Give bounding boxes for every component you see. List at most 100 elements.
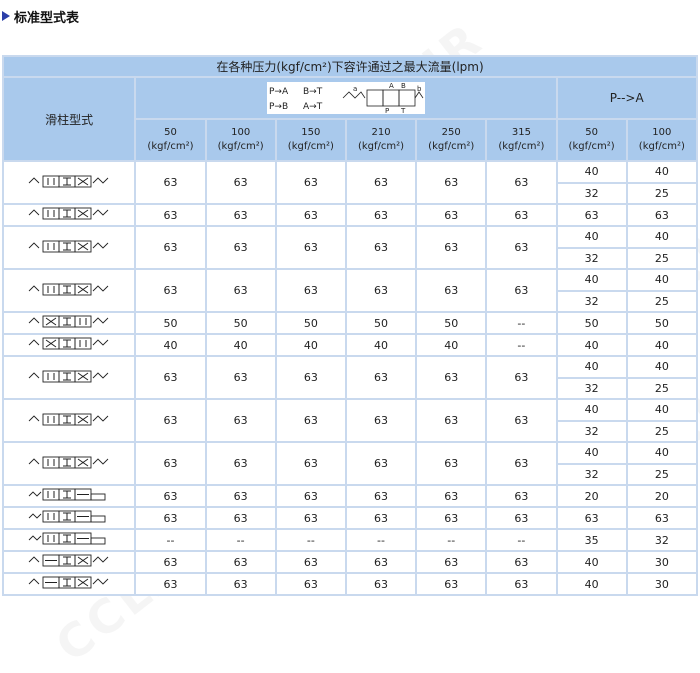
flow-value-cell: 63 bbox=[417, 227, 486, 268]
pa-flow-value-cell: 50 bbox=[557, 313, 626, 333]
flow-value-cell: 63 bbox=[206, 443, 275, 484]
pa-flow-value-cell: 40 bbox=[557, 162, 626, 182]
flow-value-cell: 63 bbox=[136, 574, 205, 594]
flow-value-cell: 63 bbox=[206, 205, 275, 225]
flow-value-cell: -- bbox=[487, 530, 556, 550]
flow-value-cell: 40 bbox=[206, 335, 275, 355]
flow-value-cell: 63 bbox=[346, 552, 416, 572]
flow-value-cell: 63 bbox=[417, 486, 486, 506]
flow-value-cell: 63 bbox=[417, 162, 486, 203]
table-row: 63 63 63 63 63 63 40 40 bbox=[4, 400, 696, 441]
svg-text:a: a bbox=[353, 85, 357, 93]
flow-value-cell: 63 bbox=[417, 357, 486, 398]
pa-flow-value-cell: 40 bbox=[557, 574, 626, 594]
flow-value-cell: 63 bbox=[346, 400, 416, 441]
pa-flow-value-cell: 63 bbox=[627, 205, 696, 225]
flow-value-cell: 63 bbox=[417, 508, 486, 528]
flow-value-cell: 63 bbox=[417, 574, 486, 594]
flow-value-cell: 63 bbox=[417, 552, 486, 572]
spool-symbol-icon bbox=[28, 240, 109, 252]
flow-value-cell: -- bbox=[346, 530, 416, 550]
flow-value-cell: 63 bbox=[206, 508, 275, 528]
pa-flow-value-cell: 40 bbox=[557, 357, 626, 377]
flow-value-cell: 63 bbox=[276, 508, 345, 528]
flow-value-cell: 63 bbox=[136, 227, 205, 268]
table-row: 63 63 63 63 63 63 40 40 bbox=[4, 162, 696, 203]
pressure-value: 250 bbox=[441, 127, 461, 138]
pa-flow-value-cell: 32 bbox=[557, 464, 626, 484]
table-row: 63 63 63 63 63 63 40 40 bbox=[4, 443, 696, 484]
flow-value-cell: 63 bbox=[487, 400, 556, 441]
spool-symbol-icon bbox=[28, 532, 106, 545]
spool-symbol-icon bbox=[28, 413, 109, 425]
spool-symbol-icon bbox=[28, 283, 109, 295]
svg-text:b: b bbox=[417, 85, 422, 93]
pressure-unit: (kgf/cm²) bbox=[147, 141, 194, 152]
flow-value-cell: 63 bbox=[276, 400, 345, 441]
spool-type-cell bbox=[4, 574, 135, 594]
flow-value-cell: 63 bbox=[206, 400, 275, 441]
pressure-value: 150 bbox=[301, 127, 321, 138]
pa-flow-value-cell: 40 bbox=[557, 227, 626, 247]
flow-value-cell: 63 bbox=[206, 486, 275, 506]
pressure-header: 100 (kgf/cm²) bbox=[206, 120, 275, 160]
spool-spec-table: 在各种压力(kgf/cm²)下容许通过之最大流量(lpm) 滑柱型式 P→A B… bbox=[2, 55, 698, 596]
pa-flow-value-cell: 40 bbox=[627, 443, 696, 463]
pressure-unit: (kgf/cm²) bbox=[428, 141, 475, 152]
flow-rate-header: 在各种压力(kgf/cm²)下容许通过之最大流量(lpm) bbox=[4, 57, 696, 76]
pressure-value: 50 bbox=[164, 127, 177, 138]
table-row: 63 63 63 63 63 63 20 20 bbox=[4, 486, 696, 506]
pa-flow-value-cell: 40 bbox=[627, 162, 696, 182]
flow-value-cell: 63 bbox=[346, 270, 416, 311]
table-row: 63 63 63 63 63 63 40 40 bbox=[4, 357, 696, 398]
spool-symbol-icon bbox=[28, 510, 106, 523]
pressure-header: 150 (kgf/cm²) bbox=[276, 120, 345, 160]
spool-symbol-icon bbox=[28, 207, 109, 220]
flow-value-cell: 63 bbox=[276, 227, 345, 268]
spool-symbol-icon bbox=[28, 554, 109, 567]
spool-type-cell bbox=[4, 508, 135, 528]
flow-value-cell: 63 bbox=[276, 443, 345, 484]
pa-flow-value-cell: 25 bbox=[627, 183, 696, 203]
flow-value-cell: 63 bbox=[206, 574, 275, 594]
flow-value-cell: 40 bbox=[417, 335, 486, 355]
pressure-header: 315 (kgf/cm²) bbox=[487, 120, 556, 160]
pa-flow-value-cell: 25 bbox=[627, 291, 696, 311]
flow-value-cell: 63 bbox=[276, 205, 345, 225]
spool-type-cell bbox=[4, 162, 135, 203]
pa-flow-value-cell: 63 bbox=[557, 508, 626, 528]
flow-value-cell: 63 bbox=[487, 270, 556, 311]
pa-flow-value-cell: 63 bbox=[557, 205, 626, 225]
table-row: 63 63 63 63 63 63 40 30 bbox=[4, 552, 696, 572]
spool-type-cell bbox=[4, 486, 135, 506]
flow-value-cell: 63 bbox=[276, 357, 345, 398]
svg-text:B→T: B→T bbox=[303, 87, 323, 97]
flow-value-cell: 63 bbox=[136, 443, 205, 484]
flow-value-cell: 50 bbox=[276, 313, 345, 333]
flow-value-cell: 63 bbox=[136, 162, 205, 203]
flow-value-cell: 63 bbox=[136, 552, 205, 572]
svg-text:P: P bbox=[385, 107, 389, 114]
flow-value-cell: 63 bbox=[487, 357, 556, 398]
pressure-header: 50 (kgf/cm²) bbox=[136, 120, 205, 160]
pa-flow-value-cell: 40 bbox=[557, 270, 626, 290]
flow-value-cell: -- bbox=[417, 530, 486, 550]
flow-value-cell: 63 bbox=[346, 205, 416, 225]
pa-flow-value-cell: 50 bbox=[627, 313, 696, 333]
pa-flow-value-cell: 40 bbox=[557, 443, 626, 463]
pressure-header: 50 (kgf/cm²) bbox=[557, 120, 626, 160]
pa-flow-value-cell: 32 bbox=[557, 248, 626, 268]
flow-value-cell: 50 bbox=[136, 313, 205, 333]
flow-value-cell: 63 bbox=[487, 486, 556, 506]
pressure-value: 100 bbox=[231, 127, 251, 138]
flow-value-cell: 63 bbox=[487, 227, 556, 268]
pa-flow-value-cell: 40 bbox=[627, 335, 696, 355]
pressure-value: 315 bbox=[511, 127, 531, 138]
flow-value-cell: 63 bbox=[487, 162, 556, 203]
spool-type-cell bbox=[4, 357, 135, 398]
flow-value-cell: 63 bbox=[346, 486, 416, 506]
spool-type-cell bbox=[4, 205, 135, 225]
table-row: 63 63 63 63 63 63 63 63 bbox=[4, 508, 696, 528]
flow-value-cell: 63 bbox=[346, 357, 416, 398]
pa-flow-value-cell: 40 bbox=[627, 270, 696, 290]
